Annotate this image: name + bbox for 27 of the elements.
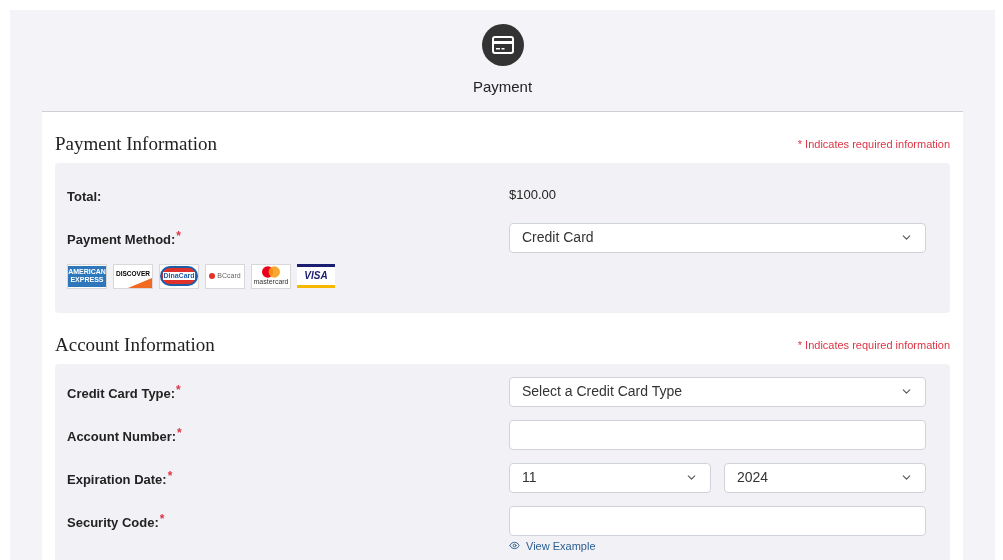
field-label: Credit Card Type: xyxy=(67,384,176,403)
required-note: * Indicates required information xyxy=(797,137,950,152)
required-asterisk: * xyxy=(159,512,165,525)
section-title: Payment Information xyxy=(55,133,217,153)
dropdown-field[interactable]: Credit Card xyxy=(509,222,926,253)
required-asterisk: * xyxy=(176,383,181,396)
dropdown-field[interactable]: Select a Credit Card Type xyxy=(509,376,926,407)
card-logo: VISA xyxy=(297,263,335,288)
eye-icon xyxy=(509,540,520,552)
page-title: Payment xyxy=(472,77,533,97)
required-asterisk: * xyxy=(167,469,173,482)
dropdown-field[interactable]: 2024 xyxy=(724,462,926,493)
field-label: Expiration Date: xyxy=(67,470,167,489)
field-value: $100.00 xyxy=(509,185,556,204)
required-note: * Indicates required information xyxy=(797,338,950,353)
dropdown-field[interactable]: 11 xyxy=(509,462,711,493)
input-field[interactable] xyxy=(509,419,926,450)
required-asterisk: * xyxy=(176,229,181,242)
field-label: Total: xyxy=(67,187,102,206)
field-label: Account Number: xyxy=(67,427,177,446)
input-field[interactable] xyxy=(509,505,926,536)
field-label: Payment Method: xyxy=(67,230,176,249)
view-example-link[interactable]: View Example xyxy=(509,537,926,554)
section-title: Account Information xyxy=(55,334,215,354)
credit-card-icon xyxy=(481,24,524,66)
required-asterisk: * xyxy=(177,426,182,439)
field-label: Security Code: xyxy=(67,513,159,532)
